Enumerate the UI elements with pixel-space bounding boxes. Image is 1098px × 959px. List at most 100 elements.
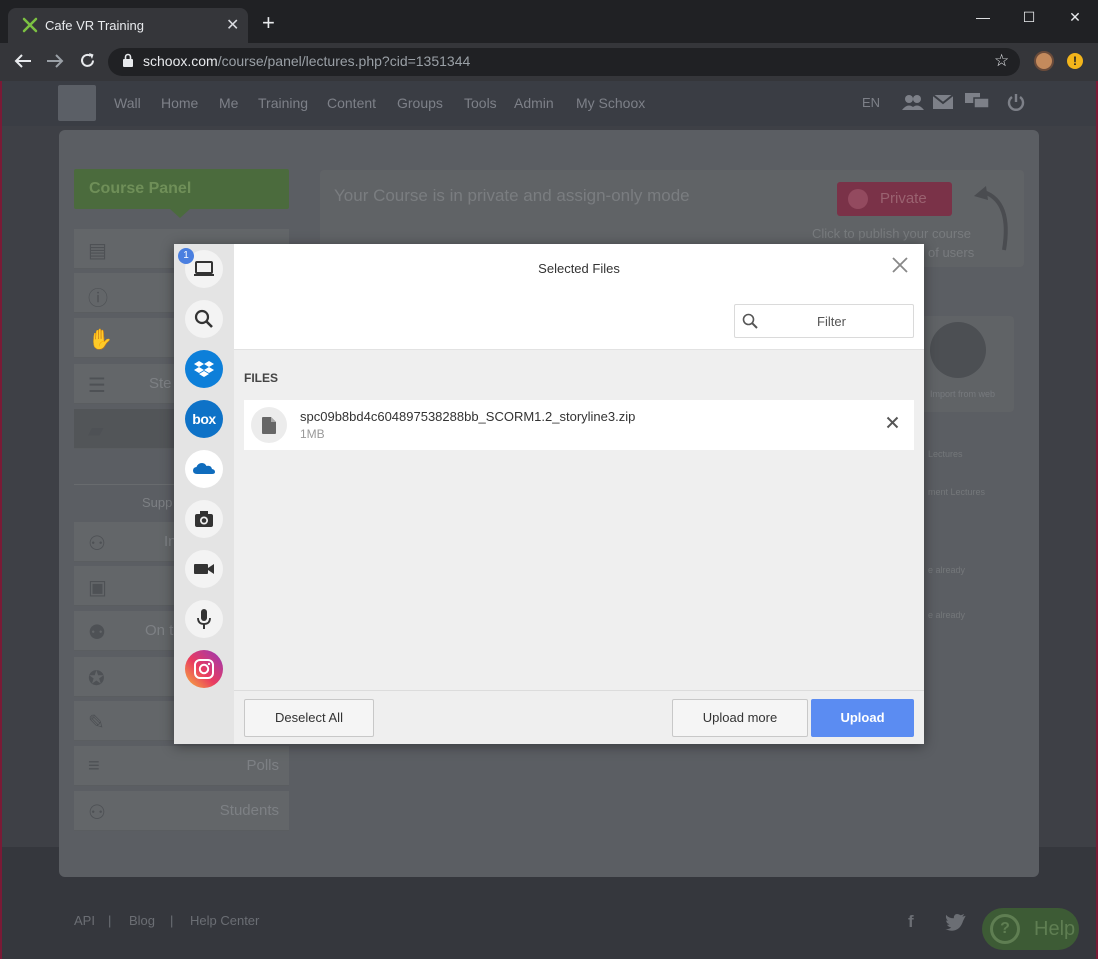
remove-file-icon[interactable] — [886, 416, 899, 429]
profile-avatar[interactable] — [1034, 51, 1054, 71]
students-icon: ⚇ — [88, 802, 106, 824]
instructor-icon: ⚇ — [88, 533, 106, 555]
power-icon[interactable] — [1007, 93, 1025, 111]
twitter-icon[interactable] — [945, 914, 966, 931]
tab-close-icon[interactable]: ✕ — [226, 15, 239, 35]
source-audio[interactable] — [185, 600, 223, 638]
nav-home[interactable]: Home — [161, 95, 198, 111]
lock-icon — [123, 53, 133, 67]
course-status-text: Your Course is in private and assign-onl… — [334, 186, 690, 205]
footer-link-api[interactable]: API — [74, 913, 95, 928]
page-edge — [0, 81, 2, 959]
camera-icon — [195, 511, 213, 527]
no-entry-icon — [848, 189, 868, 209]
file-name: spc09b8bd4c604897538288bb_SCORM1.2_story… — [300, 409, 636, 424]
language-selector[interactable]: EN — [862, 95, 880, 110]
footer-separator: | — [170, 913, 174, 928]
globe-icon — [930, 322, 986, 378]
nav-wall[interactable]: Wall — [114, 95, 141, 111]
files-heading: FILES — [244, 371, 279, 385]
mail-icon[interactable] — [933, 95, 953, 109]
source-camera[interactable] — [185, 500, 223, 538]
footer-separator: | — [108, 913, 112, 928]
nav-training[interactable]: Training — [258, 95, 308, 111]
hand-money-icon: ✋ — [88, 329, 113, 351]
search-icon — [194, 309, 213, 328]
source-dropbox[interactable] — [185, 350, 223, 388]
sidebar-item-students[interactable]: ⚇ Students — [74, 791, 289, 831]
microphone-icon — [197, 609, 211, 629]
nav-content[interactable]: Content — [327, 95, 376, 111]
file-thumbnail — [251, 407, 287, 443]
sidebar-item-label: Polls — [246, 757, 279, 774]
new-tab-button[interactable]: + — [262, 12, 275, 34]
lectures-link[interactable]: Lectures — [928, 449, 963, 459]
file-icon — [262, 417, 276, 434]
source-web-search[interactable] — [185, 300, 223, 338]
close-icon[interactable] — [891, 256, 909, 274]
filter-placeholder: Filter — [817, 314, 846, 329]
forward-arrow-icon[interactable] — [46, 53, 64, 69]
steps-icon: ☰ — [88, 375, 106, 397]
reload-icon[interactable] — [79, 52, 96, 69]
window-close-button[interactable]: ✕ — [1052, 6, 1098, 36]
extension-icon[interactable]: ! — [1067, 53, 1083, 69]
faded-note: e already — [928, 610, 966, 620]
curved-arrow-icon — [974, 186, 1008, 251]
source-onedrive[interactable] — [185, 450, 223, 488]
browser-tab[interactable]: Cafe VR Training ✕ — [8, 8, 248, 43]
sidebar-item-polls[interactable]: ≡ Polls — [74, 746, 289, 786]
window-maximize-button[interactable]: ☐ — [1006, 6, 1052, 36]
users-icon[interactable] — [902, 94, 924, 110]
video-camera-icon — [194, 564, 214, 574]
tab-title: Cafe VR Training — [45, 18, 144, 33]
back-arrow-icon[interactable] — [14, 53, 32, 69]
bookmark-star-icon[interactable]: ☆ — [994, 51, 1009, 71]
url-path: /course/panel/lectures.php?cid=1351344 — [217, 53, 471, 69]
exam-icon: ✎ — [88, 712, 105, 734]
file-list-item[interactable] — [244, 400, 914, 450]
file-size: 1MB — [300, 427, 325, 441]
support-section-label: Supp — [142, 495, 173, 510]
selected-count-badge: 1 — [178, 248, 194, 264]
nav-me[interactable]: Me — [219, 95, 238, 111]
course-panel-title: Course Panel — [74, 169, 289, 209]
question-icon: ? — [990, 914, 1020, 944]
url-text: schoox.com/course/panel/lectures.php?cid… — [143, 53, 470, 69]
source-box[interactable]: box — [185, 400, 223, 438]
import-from-web-label: Import from web — [930, 389, 996, 399]
sidebar-item-label: Students — [219, 802, 279, 819]
upload-more-button[interactable]: Upload more — [672, 699, 808, 737]
site-logo[interactable] — [58, 85, 96, 121]
nav-groups[interactable]: Groups — [397, 95, 443, 111]
facebook-icon[interactable]: f — [908, 912, 914, 932]
award-icon: ✪ — [88, 668, 105, 690]
window-minimize-button[interactable]: — — [960, 6, 1006, 36]
chat-icon[interactable] — [965, 93, 989, 111]
laptop-icon — [194, 261, 214, 276]
modal-title: Selected Files — [538, 261, 620, 276]
presentation-icon: ▣ — [88, 577, 107, 599]
people-icon: ⚉ — [88, 622, 106, 644]
course-panel-notch — [170, 209, 190, 218]
assignment-lectures-link[interactable]: ment Lectures — [928, 487, 985, 497]
nav-tools[interactable]: Tools — [464, 95, 497, 111]
instagram-icon — [194, 659, 214, 679]
onedrive-icon — [193, 463, 215, 474]
deselect-all-button[interactable]: Deselect All — [244, 699, 374, 737]
upload-button[interactable]: Upload — [811, 699, 914, 737]
dropbox-icon — [194, 361, 214, 377]
footer-link-help-center[interactable]: Help Center — [190, 913, 259, 928]
source-instagram[interactable] — [185, 650, 223, 688]
source-video[interactable] — [185, 550, 223, 588]
url-host: schoox.com — [143, 53, 218, 69]
publish-hint: Click to publish your course — [812, 226, 971, 241]
info-icon: ⓘ — [88, 288, 108, 310]
faded-note: e already — [928, 565, 966, 575]
nav-admin[interactable]: Admin — [514, 95, 554, 111]
course-panel-bottom — [59, 847, 1039, 877]
folder-icon: ▰ — [88, 420, 104, 442]
nav-my-schoox[interactable]: My Schoox — [576, 95, 645, 111]
publish-hint-2: of users — [928, 245, 975, 260]
footer-link-blog[interactable]: Blog — [129, 913, 155, 928]
